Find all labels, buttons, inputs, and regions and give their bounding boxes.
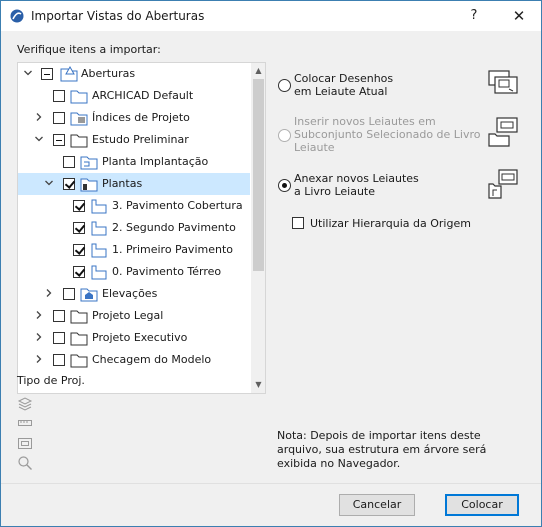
tree-checkbox[interactable] bbox=[53, 112, 65, 124]
title-bar: Importar Vistas do Aberturas ? ✕ bbox=[1, 1, 541, 31]
chevron-right-icon[interactable] bbox=[34, 332, 44, 342]
place-drawings-icon bbox=[488, 70, 518, 94]
chevron-right-icon[interactable] bbox=[34, 112, 44, 122]
tree-row-pavimento-cobertura[interactable]: 3. Pavimento Cobertura bbox=[18, 195, 250, 217]
window-title: Importar Vistas do Aberturas bbox=[31, 9, 205, 23]
tree-row-plantas[interactable]: Plantas bbox=[18, 173, 250, 195]
import-note: Nota: Depois de importar itens deste arq… bbox=[277, 429, 487, 470]
tree-label: 1. Primeiro Pavimento bbox=[112, 243, 233, 256]
cancel-button[interactable]: Cancelar bbox=[339, 494, 415, 516]
floorplan-folder-icon bbox=[80, 156, 98, 170]
scroll-thumb[interactable] bbox=[253, 79, 264, 271]
insert-layouts-icon bbox=[488, 117, 518, 147]
tree-checkbox[interactable] bbox=[53, 332, 65, 344]
tree-checkbox[interactable] bbox=[53, 354, 65, 366]
projection-type-label: Tipo de Proj. bbox=[17, 374, 85, 387]
project-folder-icon bbox=[60, 65, 78, 82]
tree-label: ARCHICAD Default bbox=[92, 89, 194, 102]
tree-checkbox[interactable] bbox=[73, 200, 85, 212]
footer-divider bbox=[1, 483, 541, 484]
tree-row-archicad-default[interactable]: ARCHICAD Default bbox=[18, 85, 250, 107]
place-drawings-label[interactable]: Colocar Desenhos em Leiaute Atual bbox=[294, 72, 393, 98]
folder-icon bbox=[70, 332, 88, 346]
tree-checkbox[interactable] bbox=[41, 68, 53, 80]
tree-checkbox[interactable] bbox=[63, 156, 75, 168]
tree-checkbox[interactable] bbox=[63, 178, 75, 190]
tree-row-indices-de-projeto[interactable]: Índices de Projeto bbox=[18, 107, 250, 129]
tree-checkbox[interactable] bbox=[73, 222, 85, 234]
tree-row-projeto-executivo[interactable]: Projeto Executivo bbox=[18, 327, 250, 349]
dialog-content: Verifique itens a importar: Aberturas AR… bbox=[1, 31, 541, 526]
place-drawings-radio[interactable] bbox=[278, 79, 291, 92]
chevron-right-icon[interactable] bbox=[34, 354, 44, 364]
use-hierarchy-checkbox[interactable] bbox=[292, 217, 304, 229]
tree-row-checagem-do-modelo[interactable]: Checagem do Modelo bbox=[18, 349, 250, 371]
tree-label: Checagem do Modelo bbox=[92, 353, 212, 366]
ruler-icon[interactable] bbox=[17, 415, 33, 431]
insert-layouts-label[interactable]: Inserir novos Leiautes em Subconjunto Se… bbox=[294, 115, 481, 154]
folder-icon bbox=[70, 134, 88, 148]
tree-label: 2. Segundo Pavimento bbox=[112, 221, 236, 234]
tree-row-planta-implantacao[interactable]: Planta Implantação bbox=[18, 151, 250, 173]
tree-checkbox[interactable] bbox=[73, 244, 85, 256]
help-button[interactable]: ? bbox=[459, 5, 489, 27]
elevation-folder-icon bbox=[80, 288, 98, 302]
tree-row-elevacoes[interactable]: Elevações bbox=[18, 283, 250, 305]
index-folder-icon bbox=[70, 112, 88, 126]
tree-row-estudo-preliminar[interactable]: Estudo Preliminar bbox=[18, 129, 250, 151]
import-tree[interactable]: Aberturas ARCHICAD Default Índices de Pr… bbox=[17, 62, 266, 394]
floorplan-icon bbox=[91, 199, 107, 214]
tree-label: 3. Pavimento Cobertura bbox=[112, 199, 243, 212]
layout-icon[interactable] bbox=[17, 435, 33, 451]
close-button[interactable]: ✕ bbox=[501, 5, 537, 27]
search-icon[interactable] bbox=[17, 455, 33, 471]
tree-row-aberturas[interactable]: Aberturas bbox=[18, 63, 250, 85]
append-layouts-icon bbox=[488, 169, 518, 199]
tree-label: Aberturas bbox=[81, 67, 136, 80]
folder-icon bbox=[70, 310, 88, 324]
import-views-dialog: Importar Vistas do Aberturas ? ✕ Verifiq… bbox=[0, 0, 542, 527]
tree-checkbox[interactable] bbox=[53, 310, 65, 322]
tree-label: Estudo Preliminar bbox=[92, 133, 189, 146]
tree-checkbox[interactable] bbox=[73, 266, 85, 278]
layers-icon[interactable] bbox=[17, 395, 33, 411]
scroll-down-icon[interactable]: ▼ bbox=[253, 378, 264, 392]
tree-label: Planta Implantação bbox=[102, 155, 209, 168]
append-layouts-label[interactable]: Anexar novos Leiautes a Livro Leiaute bbox=[294, 172, 419, 198]
tree-label: 0. Pavimento Térreo bbox=[112, 265, 222, 278]
tree-row-projeto-legal[interactable]: Projeto Legal bbox=[18, 305, 250, 327]
chevron-down-icon[interactable] bbox=[34, 134, 44, 144]
chevron-right-icon[interactable] bbox=[34, 310, 44, 320]
tree-checkbox[interactable] bbox=[53, 90, 65, 102]
floorplan-icon bbox=[91, 221, 107, 236]
tree-row-segundo-pavimento[interactable]: 2. Segundo Pavimento bbox=[18, 217, 250, 239]
folder-icon bbox=[70, 354, 88, 368]
insert-layouts-radio[interactable] bbox=[278, 129, 291, 142]
use-hierarchy-label[interactable]: Utilizar Hierarquia da Origem bbox=[310, 217, 471, 230]
tree-label: Índices de Projeto bbox=[92, 111, 190, 124]
tree-label: Projeto Legal bbox=[92, 309, 164, 322]
folder-icon bbox=[70, 90, 88, 104]
tree-checkbox[interactable] bbox=[53, 134, 65, 146]
chevron-down-icon[interactable] bbox=[44, 178, 54, 188]
tree-label: Plantas bbox=[102, 177, 143, 190]
tree-checkbox[interactable] bbox=[63, 288, 75, 300]
archicad-app-icon bbox=[10, 9, 24, 23]
chevron-right-icon[interactable] bbox=[44, 288, 54, 298]
place-button[interactable]: Colocar bbox=[445, 494, 519, 516]
tree-row-primeiro-pavimento[interactable]: 1. Primeiro Pavimento bbox=[18, 239, 250, 261]
tree-label: Elevações bbox=[102, 287, 158, 300]
floorplan-icon bbox=[91, 243, 107, 258]
tree-label: Projeto Executivo bbox=[92, 331, 188, 344]
chevron-down-icon[interactable] bbox=[23, 68, 33, 78]
tree-heading: Verifique itens a importar: bbox=[17, 43, 161, 56]
floorplan-folder-icon bbox=[80, 178, 98, 192]
tree-scrollbar[interactable]: ▲ ▼ bbox=[251, 63, 265, 393]
tree-row-pavimento-terreo[interactable]: 0. Pavimento Térreo bbox=[18, 261, 250, 283]
scroll-up-icon[interactable]: ▲ bbox=[253, 64, 264, 78]
append-layouts-radio[interactable] bbox=[278, 179, 291, 192]
floorplan-icon bbox=[91, 265, 107, 280]
